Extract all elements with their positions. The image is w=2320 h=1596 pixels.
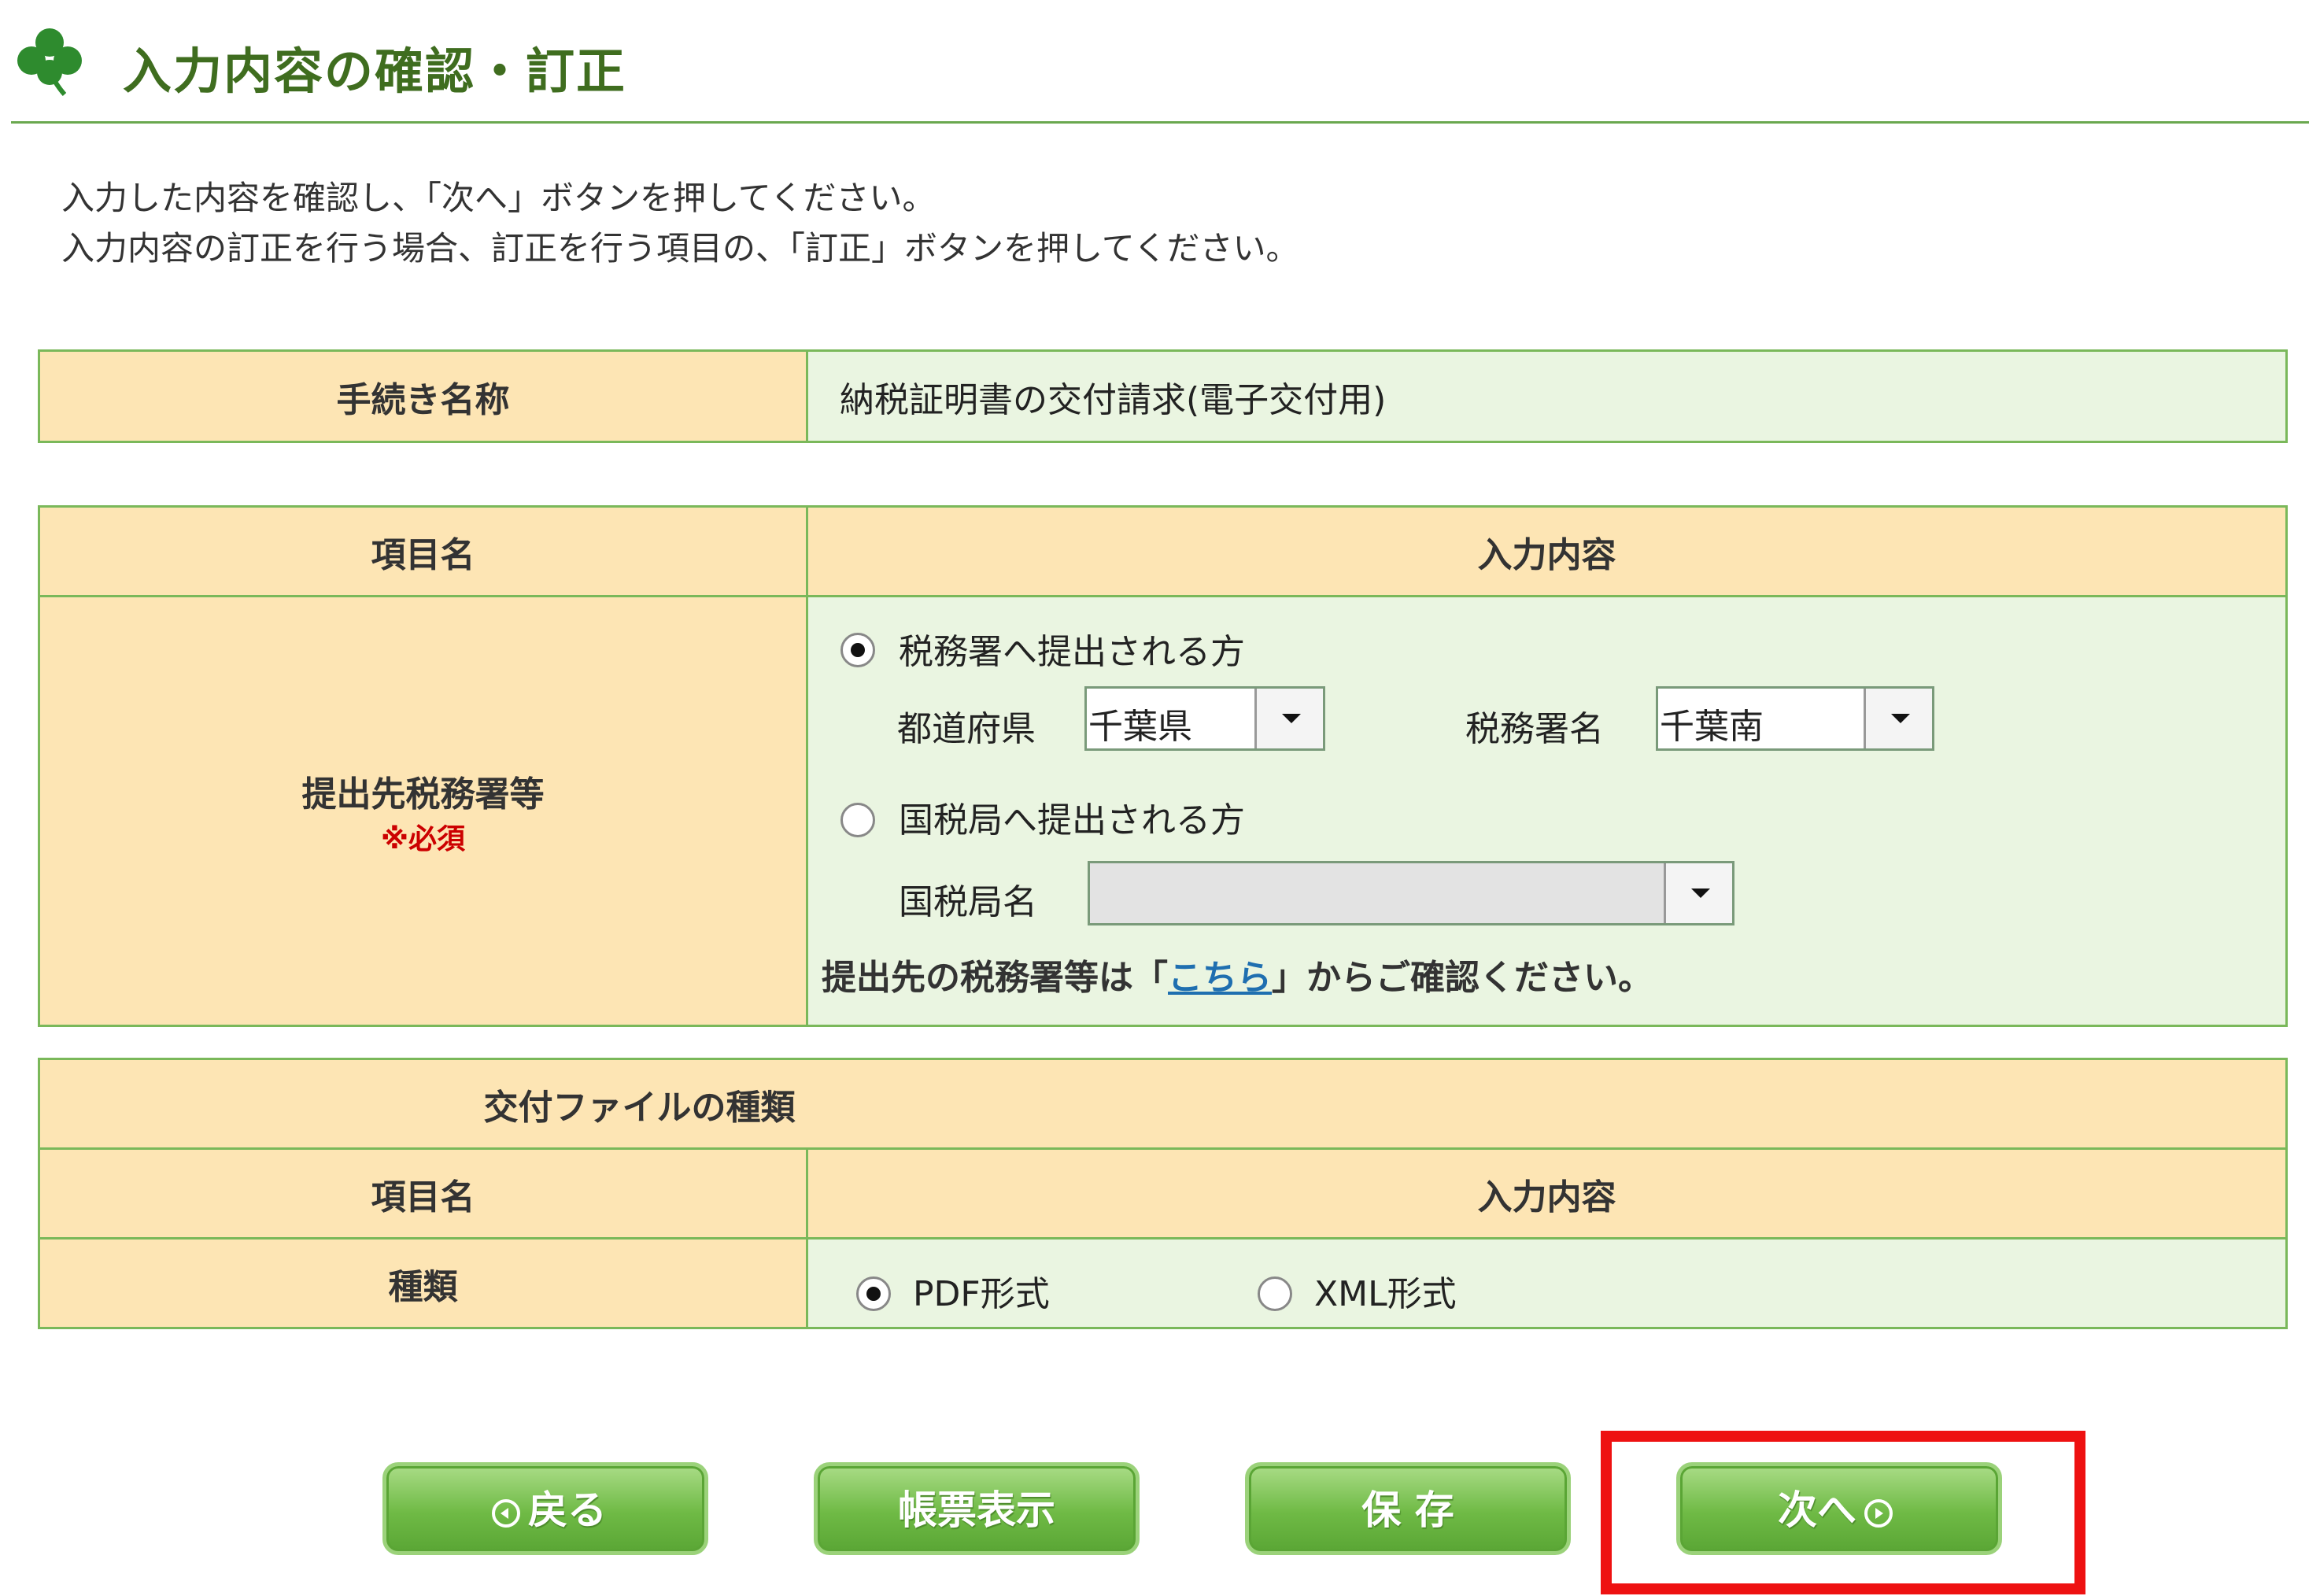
form-display-button-label: 帳票表示 bbox=[898, 1487, 1055, 1533]
tax-office-label: 税務署名 bbox=[1465, 709, 1604, 749]
tax-office-select[interactable]: 千葉南 bbox=[1656, 686, 1934, 751]
prefecture-label: 都道府県 bbox=[897, 709, 1036, 749]
procedure-value: 納税証明書の交付請求(電子交付用) bbox=[806, 349, 2288, 443]
regional-bureau-select[interactable] bbox=[1088, 861, 1734, 925]
chevron-down-icon bbox=[1864, 689, 1932, 748]
prefecture-select[interactable]: 千葉県 bbox=[1084, 686, 1325, 751]
column-header-input: 入力内容 bbox=[806, 1147, 2288, 1239]
destination-label: 提出先税務署等 bbox=[301, 774, 545, 815]
file-type-label: 種類 bbox=[38, 1237, 808, 1329]
instruction-line-2: 入力内容の訂正を行う場合、訂正を行う項目の、「訂正」ボタンを押してください。 bbox=[61, 229, 1299, 268]
confirm-link[interactable]: こちら bbox=[1168, 958, 1272, 998]
column-header-input: 入力内容 bbox=[806, 505, 2288, 597]
back-button-label: 戻る bbox=[528, 1487, 607, 1533]
note-prefix: 提出先の税務署等は「 bbox=[822, 958, 1168, 998]
column-header-item: 項目名 bbox=[38, 1147, 808, 1239]
highlight-box bbox=[1601, 1431, 2085, 1594]
radio-xml[interactable] bbox=[1258, 1276, 1292, 1311]
procedure-label: 手続き名称 bbox=[38, 349, 808, 443]
save-button[interactable]: 保 存 bbox=[1245, 1462, 1571, 1555]
instruction-line-1: 入力した内容を確認し、「次へ」ボタンを押してください。 bbox=[61, 179, 936, 217]
option-pdf-label: PDF形式 bbox=[913, 1274, 1050, 1314]
file-type-section-title: 交付ファイルの種類 bbox=[38, 1058, 2288, 1150]
form-display-button[interactable]: 帳票表示 bbox=[814, 1462, 1140, 1555]
clover-icon bbox=[17, 28, 82, 96]
arrow-left-circle-icon bbox=[492, 1498, 520, 1528]
radio-tax-office[interactable] bbox=[840, 633, 875, 667]
option-tax-office-label: 税務署へ提出される方 bbox=[899, 632, 1245, 672]
chevron-down-icon bbox=[1664, 863, 1732, 923]
radio-pdf[interactable] bbox=[856, 1276, 891, 1311]
save-button-label: 保 存 bbox=[1361, 1487, 1454, 1533]
column-header-item: 項目名 bbox=[38, 505, 808, 597]
destination-label-cell: 提出先税務署等 ※必須 bbox=[38, 595, 808, 1027]
regional-bureau-label: 国税局名 bbox=[899, 882, 1037, 922]
option-xml-label: XML形式 bbox=[1314, 1274, 1457, 1314]
destination-note: 提出先の税務署等は「こちら」からご確認ください。 bbox=[822, 949, 1653, 999]
radio-regional-bureau[interactable] bbox=[840, 803, 875, 837]
back-button[interactable]: 戻る bbox=[382, 1462, 708, 1555]
file-type-table: 交付ファイルの種類 項目名 入力内容 種類 bbox=[38, 1058, 2288, 1329]
page-title: 入力内容の確認・訂正 bbox=[123, 42, 627, 100]
option-regional-label: 国税局へ提出される方 bbox=[899, 800, 1245, 840]
required-mark: ※必須 bbox=[381, 822, 465, 855]
chevron-down-icon bbox=[1254, 689, 1323, 748]
prefecture-value: 千葉県 bbox=[1088, 707, 1192, 747]
page-header: 入力内容の確認・訂正 bbox=[11, 20, 2309, 124]
note-suffix: 」からご確認ください。 bbox=[1272, 958, 1653, 998]
tax-office-value: 千葉南 bbox=[1660, 707, 1764, 747]
instructions: 入力した内容を確認し、「次へ」ボタンを押してください。 入力内容の訂正を行う場合… bbox=[61, 173, 1299, 274]
procedure-table: 手続き名称 納税証明書の交付請求(電子交付用) bbox=[38, 349, 2288, 443]
